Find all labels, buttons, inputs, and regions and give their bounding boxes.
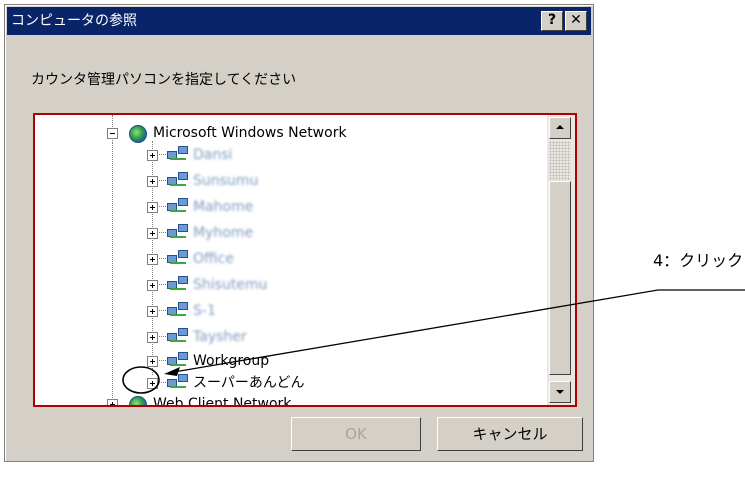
network-group-icon [167, 276, 189, 294]
tree-root-label: Web Client Network [153, 396, 292, 407]
tree-node-label: スーパーあんどん [193, 375, 305, 391]
tree-node[interactable]: Sunsumu [147, 171, 447, 191]
computer-tree-view[interactable]: Microsoft Windows Network Dansi Sunsumu [33, 113, 577, 407]
tree-node-label: Taysher [193, 329, 247, 345]
tree-node-label: Sunsumu [193, 173, 259, 189]
vertical-scrollbar[interactable] [547, 115, 575, 405]
expand-toggle-super-andon[interactable] [147, 378, 158, 389]
tree-node-label: Mahome [193, 199, 254, 215]
ok-button[interactable]: OK [291, 417, 421, 451]
expand-toggle[interactable] [147, 150, 158, 161]
scroll-up-button[interactable] [549, 117, 571, 139]
scroll-down-button[interactable] [549, 381, 571, 403]
network-group-icon [167, 224, 189, 242]
scroll-thumb[interactable] [549, 181, 571, 375]
expand-toggle[interactable] [147, 332, 158, 343]
tree-node-label: Office [193, 251, 234, 267]
help-button[interactable]: ? [541, 11, 563, 31]
collapse-toggle[interactable] [107, 128, 118, 139]
tree-node-label: Myhome [193, 225, 254, 241]
close-button[interactable]: ✕ [565, 11, 587, 31]
tree-node-label: Workgroup [193, 353, 270, 369]
expand-toggle[interactable] [147, 202, 158, 213]
expand-toggle[interactable] [147, 356, 158, 367]
network-group-icon [167, 198, 189, 216]
network-group-icon [167, 352, 189, 370]
scroll-track[interactable] [549, 141, 571, 181]
tree-node[interactable]: S-1 [147, 301, 447, 321]
screenshot-canvas: コンピュータの参照 ? ✕ カウンタ管理パソコンを指定してください Micros… [0, 0, 745, 489]
tree-node[interactable]: Taysher [147, 327, 447, 347]
instruction-text: カウンタ管理パソコンを指定してください [31, 72, 297, 88]
dialog-title: コンピュータの参照 [11, 13, 137, 29]
tree-node-label: Dansi [193, 147, 233, 163]
expand-toggle[interactable] [147, 254, 158, 265]
tree-node[interactable]: Office [147, 249, 447, 269]
globe-network-icon [129, 125, 147, 143]
arrow-down-icon [556, 390, 564, 394]
tree-node-super-andon[interactable]: スーパーあんどん [147, 373, 447, 393]
cancel-button[interactable]: キャンセル [437, 417, 583, 451]
title-bar[interactable]: コンピュータの参照 ? ✕ [7, 7, 591, 35]
tree-root-node[interactable]: Web Client Network [107, 394, 467, 407]
tree-node[interactable]: Mahome [147, 197, 447, 217]
tree-root-node[interactable]: Microsoft Windows Network [107, 123, 467, 143]
tree-node-label: Shisutemu [193, 277, 268, 293]
network-group-icon [167, 374, 189, 392]
browse-computer-dialog: コンピュータの参照 ? ✕ カウンタ管理パソコンを指定してください Micros… [4, 4, 594, 462]
tree-node-workgroup[interactable]: Workgroup [147, 351, 447, 371]
tree-node[interactable]: Shisutemu [147, 275, 447, 295]
expand-toggle[interactable] [147, 228, 158, 239]
network-group-icon [167, 250, 189, 268]
tree-connector [112, 143, 113, 398]
network-group-icon [167, 302, 189, 320]
arrow-up-icon [556, 125, 564, 129]
network-group-icon [167, 328, 189, 346]
tree-root-label: Microsoft Windows Network [153, 125, 347, 141]
step-callout-label: 4：クリック [653, 251, 744, 270]
network-group-icon [167, 172, 189, 190]
tree-node-label: S-1 [193, 303, 216, 319]
network-group-icon [167, 146, 189, 164]
expand-toggle[interactable] [147, 306, 158, 317]
expand-toggle[interactable] [147, 176, 158, 187]
expand-toggle[interactable] [147, 280, 158, 291]
tree-node[interactable]: Myhome [147, 223, 447, 243]
globe-network-icon [129, 396, 147, 405]
expand-toggle[interactable] [107, 399, 118, 405]
tree-node[interactable]: Dansi [147, 145, 447, 165]
tree-content: Microsoft Windows Network Dansi Sunsumu [35, 115, 545, 405]
